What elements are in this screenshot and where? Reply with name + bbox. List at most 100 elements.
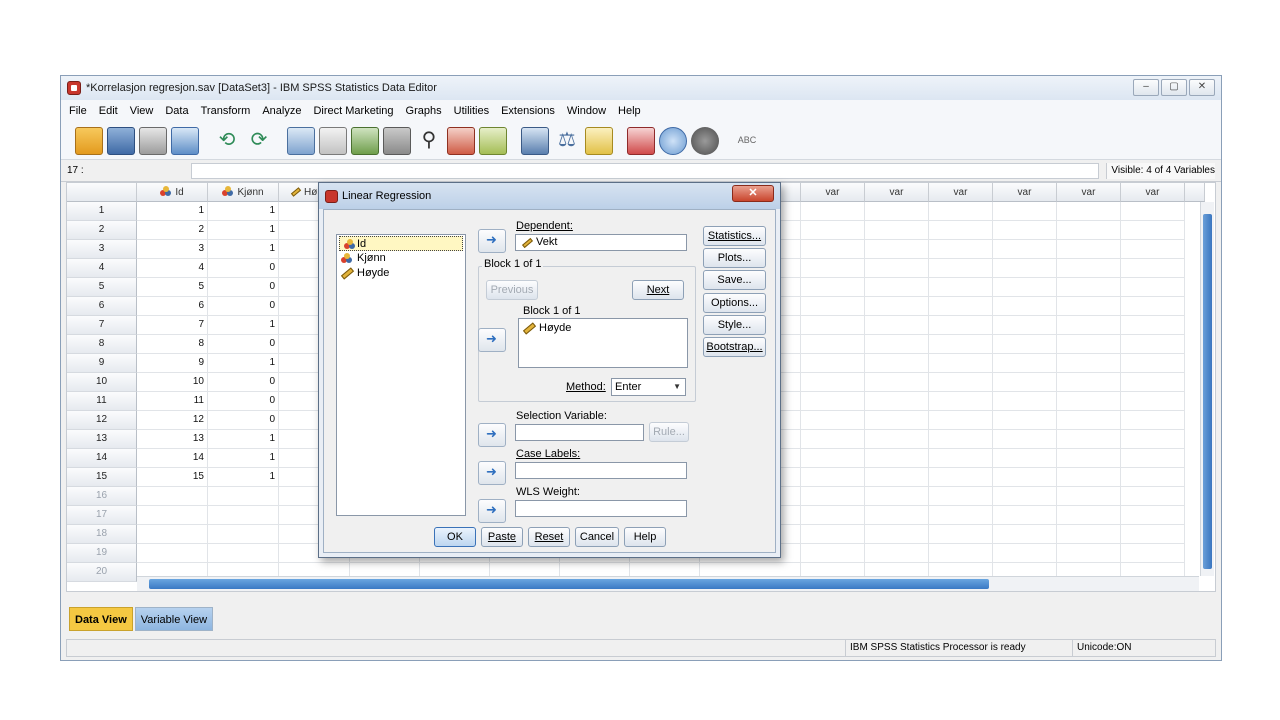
table-cell[interactable] — [801, 468, 865, 487]
table-cell[interactable] — [1057, 221, 1121, 240]
table-cell[interactable] — [1057, 449, 1121, 468]
spell-check-icon[interactable]: ABC — [733, 127, 761, 155]
cell-id[interactable]: 13 — [137, 430, 208, 449]
variable-item-kjonn[interactable]: Kjønn — [337, 251, 465, 266]
horizontal-scroll-thumb[interactable] — [149, 579, 989, 589]
table-cell[interactable] — [801, 430, 865, 449]
cell-kjonn[interactable]: 0 — [208, 335, 279, 354]
bootstrap-button[interactable]: Bootstrap... — [703, 337, 766, 357]
table-cell[interactable] — [801, 316, 865, 335]
menu-edit[interactable]: Edit — [99, 105, 118, 117]
menu-data[interactable]: Data — [165, 105, 188, 117]
table-cell[interactable] — [1057, 202, 1121, 221]
method-select[interactable]: Enter ▼ — [611, 378, 686, 396]
table-cell[interactable] — [801, 335, 865, 354]
row-header[interactable]: 10 — [67, 373, 137, 392]
find-icon[interactable]: ⚲ — [415, 127, 443, 155]
cell-id[interactable] — [137, 506, 208, 525]
table-cell[interactable] — [865, 316, 929, 335]
row-header[interactable]: 1 — [67, 202, 137, 221]
row-header[interactable]: 11 — [67, 392, 137, 411]
table-cell[interactable] — [929, 316, 993, 335]
table-cell[interactable] — [1121, 373, 1185, 392]
table-cell[interactable] — [865, 411, 929, 430]
goto-variable-icon[interactable] — [319, 126, 347, 155]
row-header[interactable]: 8 — [67, 335, 137, 354]
table-cell[interactable] — [1121, 202, 1185, 221]
table-cell[interactable] — [1121, 240, 1185, 259]
save-button[interactable]: Save... — [703, 270, 766, 290]
cell-kjonn[interactable] — [208, 506, 279, 525]
table-cell[interactable] — [993, 468, 1057, 487]
table-cell[interactable] — [993, 392, 1057, 411]
table-cell[interactable] — [993, 430, 1057, 449]
table-cell[interactable] — [801, 449, 865, 468]
table-cell[interactable] — [1121, 487, 1185, 506]
table-cell[interactable] — [993, 259, 1057, 278]
table-cell[interactable] — [1121, 449, 1185, 468]
insert-variable-icon[interactable] — [479, 126, 507, 155]
vertical-scroll-thumb[interactable] — [1203, 214, 1212, 569]
plots-button[interactable]: Plots... — [703, 248, 766, 268]
table-cell[interactable] — [1121, 316, 1185, 335]
move-to-case-labels-button[interactable] — [478, 461, 506, 485]
table-cell[interactable] — [929, 449, 993, 468]
recall-dialog-icon[interactable] — [171, 126, 199, 155]
style-button[interactable]: Style... — [703, 315, 766, 335]
table-cell[interactable] — [865, 240, 929, 259]
table-cell[interactable] — [865, 449, 929, 468]
cell-kjonn[interactable]: 1 — [208, 354, 279, 373]
table-cell[interactable] — [1057, 354, 1121, 373]
table-cell[interactable] — [1057, 506, 1121, 525]
table-cell[interactable] — [865, 297, 929, 316]
wls-weight-field[interactable] — [515, 500, 687, 517]
cell-kjonn[interactable]: 0 — [208, 297, 279, 316]
table-cell[interactable] — [1057, 278, 1121, 297]
cell-id[interactable]: 3 — [137, 240, 208, 259]
cell-kjonn[interactable]: 1 — [208, 430, 279, 449]
variables-icon[interactable] — [351, 126, 379, 155]
row-header[interactable]: 17 — [67, 506, 137, 525]
table-cell[interactable] — [801, 392, 865, 411]
table-cell[interactable] — [1057, 544, 1121, 563]
table-cell[interactable] — [801, 259, 865, 278]
table-cell[interactable] — [1121, 297, 1185, 316]
row-header[interactable]: 5 — [67, 278, 137, 297]
table-cell[interactable] — [929, 487, 993, 506]
cancel-button[interactable]: Cancel — [575, 527, 619, 547]
table-cell[interactable] — [801, 221, 865, 240]
cell-id[interactable]: 7 — [137, 316, 208, 335]
row-header[interactable]: 3 — [67, 240, 137, 259]
table-cell[interactable] — [993, 240, 1057, 259]
menu-utilities[interactable]: Utilities — [454, 105, 489, 117]
cell-id[interactable]: 6 — [137, 297, 208, 316]
table-cell[interactable] — [929, 506, 993, 525]
source-variable-list[interactable]: Id Kjønn Høyde — [336, 234, 466, 516]
table-cell[interactable] — [929, 297, 993, 316]
table-cell[interactable] — [929, 468, 993, 487]
independent-list[interactable]: Høyde — [518, 318, 688, 368]
table-cell[interactable] — [993, 297, 1057, 316]
row-header[interactable]: 14 — [67, 449, 137, 468]
table-cell[interactable] — [865, 506, 929, 525]
menu-window[interactable]: Window — [567, 105, 606, 117]
table-cell[interactable] — [929, 240, 993, 259]
variable-item-id[interactable]: Id — [339, 236, 463, 251]
dialog-close-button[interactable]: ✕ — [732, 185, 774, 202]
table-cell[interactable] — [929, 259, 993, 278]
open-folder-icon[interactable] — [75, 126, 103, 155]
independent-item-hoyde[interactable]: Høyde — [519, 321, 687, 336]
table-cell[interactable] — [801, 506, 865, 525]
table-cell[interactable] — [993, 278, 1057, 297]
row-header[interactable]: 20 — [67, 563, 137, 582]
reset-button[interactable]: Reset — [528, 527, 570, 547]
use-variable-sets-icon[interactable] — [659, 126, 687, 155]
column-header-var[interactable]: var — [1121, 183, 1185, 202]
row-header[interactable]: 6 — [67, 297, 137, 316]
cell-id[interactable] — [137, 544, 208, 563]
column-header-var[interactable]: var — [865, 183, 929, 202]
table-cell[interactable] — [929, 221, 993, 240]
table-cell[interactable] — [865, 221, 929, 240]
split-file-icon[interactable] — [521, 126, 549, 155]
table-cell[interactable] — [1057, 487, 1121, 506]
